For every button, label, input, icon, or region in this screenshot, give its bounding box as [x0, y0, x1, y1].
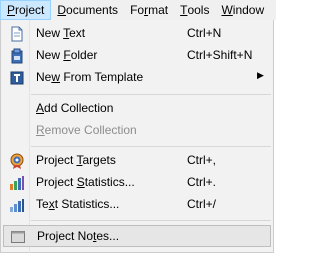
menu-item-project-targets[interactable]: Project Targets Ctrl+, [3, 150, 271, 172]
menu-documents[interactable]: Documents [51, 0, 124, 20]
menu-window[interactable]: Window [215, 0, 270, 20]
menu-item-label: New Folder [36, 48, 98, 62]
target-icon [9, 153, 25, 169]
shortcut-text: Ctrl+, [187, 153, 217, 167]
menu-item-label: Project Statistics... [36, 175, 135, 189]
shortcut-text: Ctrl+Shift+N [187, 48, 253, 62]
menu-item-project-notes[interactable]: Project Notes... [3, 225, 271, 247]
menu-item-new-folder[interactable]: New Folder Ctrl+Shift+N [3, 45, 271, 67]
project-menu-dropdown: New Text Ctrl+N New Folder Ctrl+Shift+N … [0, 20, 274, 253]
menu-item-label: New From Template [36, 70, 144, 84]
menu-item-label: New Text [36, 26, 86, 40]
menu-item-new-from-template[interactable]: New From Template ▶ [3, 67, 271, 89]
menu-item-add-collection[interactable]: Add Collection [3, 98, 271, 120]
menu-item-label: Project Notes... [37, 229, 120, 243]
new-folder-icon [9, 48, 25, 64]
menu-item-new-text[interactable]: New Text Ctrl+N [3, 23, 271, 45]
bar-chart-light-icon [9, 197, 25, 213]
bar-chart-icon [9, 175, 25, 191]
notes-icon [10, 229, 26, 245]
menu-format[interactable]: Fo r mat [124, 0, 174, 20]
menu-item-remove-collection: Remove Collection [3, 120, 271, 142]
shortcut-text: Ctrl+/ [187, 197, 217, 211]
menu-item-label: Remove Collection [36, 123, 137, 137]
menu-separator [31, 146, 271, 147]
menu-separator [31, 94, 271, 95]
menu-item-project-statistics[interactable]: Project Statistics... Ctrl+. [3, 172, 271, 194]
menu-item-text-statistics[interactable]: Text Statistics... Ctrl+/ [3, 194, 271, 216]
shortcut-text: Ctrl+N [187, 26, 222, 40]
shortcut-text: Ctrl+. [187, 175, 217, 189]
menu-tools[interactable]: Tools [174, 0, 215, 20]
menu-item-label: Add Collection [36, 101, 114, 115]
menu-separator [31, 220, 271, 221]
menu-item-label: Text Statistics... [36, 197, 120, 211]
menu-bar: Project Documents Fo r mat Tools Window [0, 0, 276, 20]
menu-project[interactable]: Project [0, 0, 52, 20]
menu-item-label: Project Targets [36, 153, 116, 167]
template-icon [9, 70, 25, 86]
new-text-icon [9, 26, 25, 42]
submenu-arrow-icon: ▶ [257, 70, 264, 80]
